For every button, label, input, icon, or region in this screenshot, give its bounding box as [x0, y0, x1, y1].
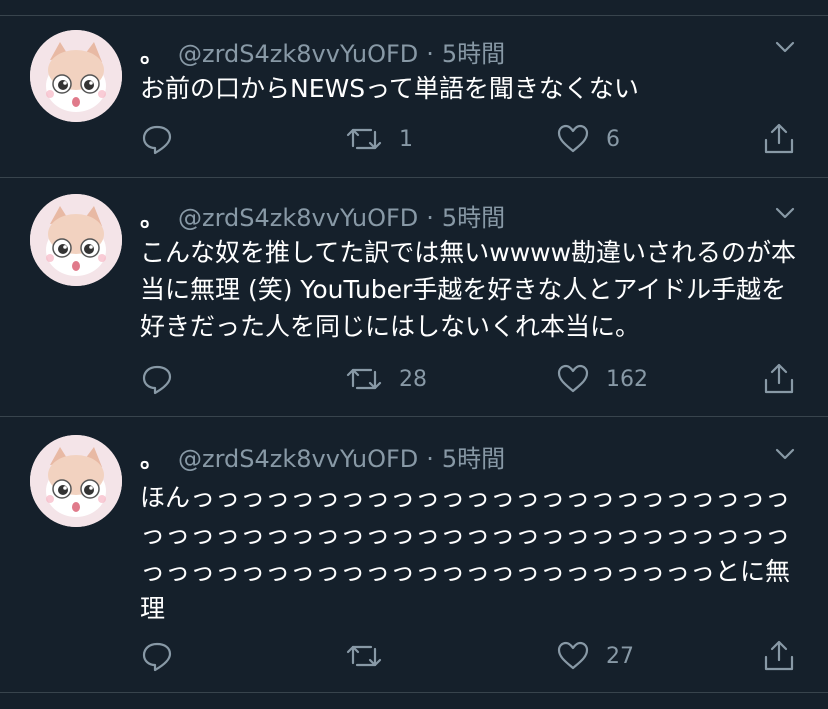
timestamp[interactable]: 5時間 — [442, 34, 505, 69]
timestamp[interactable]: 5時間 — [442, 439, 505, 474]
share-icon — [764, 640, 794, 671]
reply-icon — [142, 125, 172, 155]
retweet-count: 1 — [399, 126, 413, 152]
tweet-actions: 28 162 — [140, 362, 800, 402]
previous-tweet-edge — [0, 0, 828, 16]
share-button[interactable] — [762, 362, 796, 396]
tweet-header: 。 @zrdS4zk8vvYuOFD · 5時間 — [140, 198, 505, 233]
like-button[interactable]: 6 — [556, 122, 620, 156]
retweet-button[interactable]: 1 — [345, 122, 413, 156]
like-button[interactable]: 27 — [556, 639, 634, 673]
chevron-down-icon[interactable] — [774, 443, 796, 465]
reply-button[interactable] — [140, 362, 190, 396]
display-name[interactable]: 。 — [140, 34, 164, 69]
share-button[interactable] — [762, 639, 796, 673]
avatar[interactable] — [30, 30, 122, 122]
share-button[interactable] — [762, 122, 796, 156]
heart-icon — [557, 364, 589, 393]
separator-dot: · — [426, 445, 434, 473]
separator-dot: · — [426, 40, 434, 68]
tweet-header: 。 @zrdS4zk8vvYuOFD · 5時間 — [140, 34, 505, 69]
avatar-image — [30, 194, 122, 286]
avatar[interactable] — [30, 435, 122, 527]
avatar-image — [30, 30, 122, 122]
like-count: 162 — [606, 366, 648, 392]
timeline: 。 @zrdS4zk8vvYuOFD · 5時間 お前の口からNEWSって単語を… — [0, 0, 828, 709]
user-handle[interactable]: @zrdS4zk8vvYuOFD — [178, 204, 418, 232]
share-icon — [764, 123, 794, 154]
avatar[interactable] — [30, 194, 122, 286]
user-handle[interactable]: @zrdS4zk8vvYuOFD — [178, 445, 418, 473]
tweet-actions: 27 — [140, 639, 800, 679]
tweet-text: こんな奴を推してた訳では無いwwww勘違いされるのが本当に無理 (笑) YouT… — [140, 238, 797, 341]
timestamp[interactable]: 5時間 — [442, 198, 505, 233]
like-count: 27 — [606, 643, 634, 669]
reply-button[interactable] — [140, 639, 190, 673]
retweet-button[interactable] — [345, 639, 399, 673]
heart-icon — [557, 641, 589, 670]
reply-icon — [142, 642, 172, 672]
separator-dot: · — [426, 204, 434, 232]
reply-button[interactable] — [140, 122, 190, 156]
tweet[interactable]: 。 @zrdS4zk8vvYuOFD · 5時間 ほんっっっっっっっっっっっっっ… — [0, 417, 828, 693]
avatar-image — [30, 435, 122, 527]
retweet-icon — [346, 368, 382, 390]
retweet-icon — [346, 645, 382, 667]
like-button[interactable]: 162 — [556, 362, 648, 396]
tweet-actions: 1 6 — [140, 122, 800, 162]
tweet-header: 。 @zrdS4zk8vvYuOFD · 5時間 — [140, 439, 505, 474]
user-handle[interactable]: @zrdS4zk8vvYuOFD — [178, 40, 418, 68]
retweet-count: 28 — [399, 366, 427, 392]
tweet[interactable]: 。 @zrdS4zk8vvYuOFD · 5時間 お前の口からNEWSって単語を… — [0, 16, 828, 178]
like-count: 6 — [606, 126, 620, 152]
tweet-text: ほんっっっっっっっっっっっっっっっっっっっっっっっっっっっっっっっっっっっっっっ… — [140, 483, 791, 623]
chevron-down-icon[interactable] — [774, 202, 796, 224]
display-name[interactable]: 。 — [140, 198, 164, 233]
tweet-text: お前の口からNEWSって単語を聞きなくない — [140, 74, 639, 103]
retweet-icon — [346, 128, 382, 150]
share-icon — [764, 363, 794, 394]
reply-icon — [142, 365, 172, 395]
heart-icon — [557, 124, 589, 153]
display-name[interactable]: 。 — [140, 439, 164, 474]
chevron-down-icon[interactable] — [774, 36, 796, 58]
retweet-button[interactable]: 28 — [345, 362, 427, 396]
tweet[interactable]: 。 @zrdS4zk8vvYuOFD · 5時間 こんな奴を推してた訳では無いw… — [0, 178, 828, 417]
